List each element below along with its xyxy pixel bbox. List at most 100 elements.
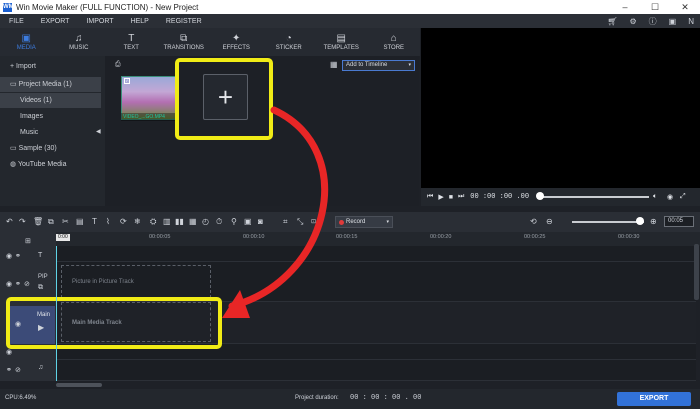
timeline-ruler[interactable]: 0:00 00:00:05 00:00:10 00:00:15 00:00:20… [56, 232, 700, 246]
media-library-panel: + Import ▭ Project Media (1) Videos (1) … [0, 56, 105, 206]
zoom-slider[interactable] [572, 221, 644, 223]
sidebar-item-music[interactable]: Music ◀ [0, 125, 101, 140]
user-avatar[interactable]: N [688, 17, 694, 26]
close-button[interactable]: ✕ [670, 0, 700, 14]
tab-text[interactable]: T TEXT [105, 28, 158, 56]
settings-icon[interactable]: ⚙ [629, 17, 636, 26]
audio-link-icon[interactable]: ⚭ [6, 366, 12, 374]
mask-icon[interactable]: ⌇ [106, 217, 110, 227]
store-icon: ⌂ [390, 33, 397, 44]
zoom-slider-handle[interactable] [636, 217, 644, 225]
export-button[interactable]: EXPORT [617, 392, 691, 406]
fullscreen-icon[interactable]: ⤢ [680, 193, 686, 201]
add-track-icon[interactable]: ⊞ [25, 237, 31, 245]
aspect-icon[interactable]: ⊡ [311, 217, 316, 227]
paste-icon[interactable]: ▤ [76, 217, 84, 227]
freeze-icon[interactable]: ❄ [134, 217, 141, 227]
import-folder-icon[interactable]: ⎙ [115, 61, 121, 69]
collapse-arrow-icon[interactable]: ◀ [96, 125, 101, 140]
tab-sticker[interactable]: ◔ STICKER [263, 28, 316, 56]
sidebar-item-sample[interactable]: ▭ Sample (30) [0, 141, 101, 156]
pin-icon[interactable]: ⚲ [231, 217, 237, 227]
duration-icon[interactable]: ◴ [202, 217, 209, 227]
sidebar-item-images[interactable]: Images [0, 109, 101, 124]
sidebar-item-project-media[interactable]: ▭ Project Media (1) [0, 77, 101, 92]
link-icon[interactable]: ⚭ [15, 252, 21, 260]
ruler-tick: 00:00:05 [149, 234, 171, 240]
lock-icon[interactable]: ⊘ [24, 280, 30, 288]
mosaic-icon[interactable]: ▦ [189, 217, 197, 227]
ruler-tick: 00:00:25 [524, 234, 546, 240]
tab-store[interactable]: ⌂ STORE [368, 28, 421, 56]
adjust-icon[interactable]: ⛭ [150, 217, 156, 227]
audio-split-icon[interactable]: ▮▮ [175, 217, 184, 227]
menu-file[interactable]: FILE [0, 18, 32, 25]
tab-label: MUSIC [69, 45, 89, 51]
grid-view-icon[interactable]: ▦ [330, 61, 338, 69]
import-label: Import [16, 63, 36, 70]
tab-transitions[interactable]: ⧉ TRANSITIONS [158, 28, 211, 56]
seek-handle[interactable] [536, 192, 544, 200]
copy-icon[interactable]: ⧉ [48, 217, 54, 227]
checkbox-icon[interactable]: ✓ [124, 78, 130, 84]
tab-media[interactable]: ▣ MEDIA [0, 28, 53, 56]
crop-tool-icon[interactable]: ⟳ [120, 217, 127, 227]
tab-templates[interactable]: ▤ TEMPLATES [315, 28, 368, 56]
delete-icon[interactable]: 🗑︎ [33, 217, 43, 227]
play-icon[interactable]: ▶ [438, 193, 443, 201]
zoom-out-icon[interactable]: ⊖ [546, 217, 553, 227]
import-button[interactable]: + Import [0, 59, 101, 74]
maximize-button[interactable]: ☐ [640, 0, 670, 14]
refresh-icon[interactable]: ⟲ [530, 217, 537, 227]
menu-export[interactable]: EXPORT [32, 18, 78, 25]
video-preview[interactable] [421, 28, 700, 188]
ruler-tick: 00:00:30 [618, 234, 640, 240]
tab-label: MEDIA [16, 45, 36, 51]
link-icon[interactable]: ⚭ [15, 280, 21, 288]
snapshot-icon[interactable]: ◉ [667, 193, 673, 201]
layout-icon[interactable]: ▣ [669, 17, 677, 26]
cart-icon[interactable]: 🛒︎ [607, 17, 617, 26]
sidebar-item-videos[interactable]: Videos (1) [0, 93, 101, 108]
camera-icon[interactable]: ◙ [258, 217, 263, 227]
info-icon[interactable]: ⓘ [649, 16, 657, 27]
audio-visibility-icon[interactable]: ◉ [6, 348, 12, 356]
text-track[interactable] [56, 246, 696, 262]
timer-icon[interactable]: ⏱ [216, 217, 222, 227]
tab-effects[interactable]: ✦ EFFECTS [210, 28, 263, 56]
text-tool-icon[interactable]: T [92, 217, 97, 227]
chevron-down-icon: ▾ [408, 62, 411, 68]
volume-icon[interactable]: 🔈︎ [653, 193, 657, 201]
timeline-scrollbar-vertical[interactable] [694, 244, 699, 300]
music-track[interactable] [56, 360, 696, 381]
menu-register[interactable]: REGISTER [157, 18, 210, 25]
zoom-fit-icon[interactable]: ⤡ [297, 217, 303, 227]
music-icon: ♫ [75, 33, 83, 44]
record-button[interactable]: Record ▾ [335, 216, 393, 228]
add-to-timeline-dropdown[interactable]: Add to Timeline ▾ [342, 60, 415, 71]
seek-bar[interactable] [539, 196, 649, 198]
skip-back-icon[interactable]: ⏮ [427, 193, 433, 201]
crop-icon[interactable]: ⌗ [283, 217, 288, 227]
redo-icon[interactable]: ↷ [19, 217, 26, 227]
tab-music[interactable]: ♫ MUSIC [53, 28, 106, 56]
visibility-icon[interactable]: ◉ [6, 280, 12, 288]
audio-lock-icon[interactable]: ⊘ [15, 366, 21, 374]
visibility-icon[interactable]: ◉ [6, 252, 12, 260]
zoom-in-icon[interactable]: ⊕ [650, 217, 657, 227]
screenshot-icon[interactable]: ▣ [244, 217, 252, 227]
stop-icon[interactable]: ■ [449, 194, 453, 201]
minimize-button[interactable]: – [610, 0, 640, 14]
zoom-value-field[interactable]: 00:05 [664, 216, 694, 227]
project-duration-value: 00 : 00 : 00 . 00 [350, 394, 422, 402]
split-icon[interactable]: ✂ [62, 217, 69, 227]
playhead[interactable] [56, 246, 57, 381]
sidebar-item-youtube[interactable]: ◍ YouTube Media [0, 157, 101, 172]
menu-import[interactable]: IMPORT [77, 18, 121, 25]
pip-track[interactable]: Picture in Picture Track [56, 262, 696, 302]
timeline-scrollbar-horizontal[interactable] [56, 383, 102, 387]
skip-forward-icon[interactable]: ⏭ [458, 193, 464, 201]
undo-icon[interactable]: ↶ [6, 217, 13, 227]
speed-icon[interactable]: ▥ [163, 217, 171, 227]
menu-help[interactable]: HELP [122, 18, 157, 25]
